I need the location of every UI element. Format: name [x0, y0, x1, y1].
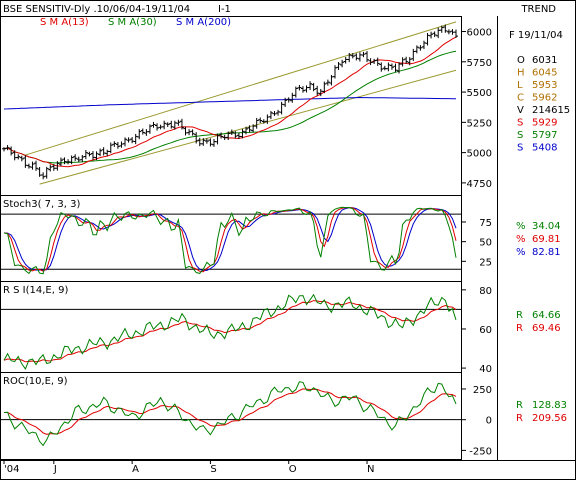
quote-row-label: O [517, 55, 525, 66]
readout-label: R [516, 413, 523, 424]
stoch-axis-tick-label: 50 [479, 238, 492, 249]
rsi-axis-tick-label: 40 [479, 364, 492, 375]
quote-row-label: S [517, 130, 523, 141]
readout-label: R [516, 400, 523, 411]
price-axis-tick-label: 5250 [467, 118, 492, 129]
rsi-axis-tick-label: 60 [479, 325, 492, 336]
quote-row-value: 5953 [532, 80, 557, 91]
stoch-title: Stoch3( 7, 3, 3) [3, 199, 80, 210]
readout-label: R [516, 323, 523, 334]
quote-row-label: C [517, 93, 524, 104]
readout-label: % [516, 221, 526, 232]
quote-row-label: V [517, 105, 524, 116]
time-tick-label: O [289, 464, 297, 475]
quote-row-value: 5797 [532, 130, 557, 141]
readout-value: 209.56 [532, 413, 567, 424]
price-axis-tick-label: 4750 [467, 179, 492, 190]
chart-title: BSE SENSITIV-Dly .10/06/04-19/11/04 [3, 4, 190, 15]
interval-label: I-1 [218, 4, 231, 15]
readout-value: 82.81 [532, 247, 561, 258]
time-tick-label: A [132, 464, 139, 475]
price-axis-tick-label: 5000 [467, 149, 492, 160]
readout-value: 34.04 [532, 221, 561, 232]
readout-label: % [516, 247, 526, 258]
quote-row-label: L [517, 80, 523, 91]
price-axis-tick-label: 6000 [467, 28, 492, 39]
time-tick-label: S [210, 464, 216, 475]
time-tick-label: '04 [4, 464, 19, 475]
readout-value: 64.66 [532, 310, 561, 321]
roc-axis-tick-label: -250 [469, 446, 492, 457]
quote-row-value: 5929 [532, 118, 557, 129]
roc-axis-tick-label: 250 [473, 385, 492, 396]
readout-label: % [516, 234, 526, 245]
quote-row-value: 6031 [532, 55, 557, 66]
readout-value: 69.81 [532, 234, 561, 245]
readout-value: 128.83 [532, 400, 567, 411]
quote-row-label: S [517, 143, 523, 154]
quote-row-label: S [517, 118, 523, 129]
chart-svg: BSE SENSITIV-Dly .10/06/04-19/11/04 I-1 … [0, 0, 576, 480]
legend-sma200: S M A(200) [176, 17, 231, 28]
stoch-axis-tick-label: 25 [479, 257, 492, 268]
rsi-axis-tick-label: 80 [479, 286, 492, 297]
readout-label: R [516, 310, 523, 321]
roc-axis-tick-label: 0 [486, 416, 492, 427]
chart-window: BSE SENSITIV-Dly .10/06/04-19/11/04 I-1 … [0, 0, 576, 480]
price-axis-tick-label: 5500 [467, 88, 492, 99]
quote-date: F 19/11/04 [509, 30, 563, 41]
quote-row-value: 5962 [532, 93, 557, 104]
legend-sma13: S M A(13) [40, 17, 89, 28]
legend-sma30: S M A(30) [108, 17, 157, 28]
time-tick-label: J [53, 464, 57, 475]
quote-row-value: 6045 [532, 68, 557, 79]
quote-row-value: 5408 [532, 143, 557, 154]
time-tick-label: N [367, 464, 374, 475]
quote-row-label: H [517, 68, 525, 79]
roc-title: ROC(10,E, 9) [3, 376, 68, 387]
trend-label: TREND [520, 4, 556, 15]
price-axis-tick-label: 5750 [467, 58, 492, 69]
readout-value: 69.46 [532, 323, 561, 334]
rsi-title: R S I(14,E, 9) [3, 285, 68, 296]
quote-row-value: 214615 [532, 105, 570, 116]
stoch-axis-tick-label: 75 [479, 218, 492, 229]
